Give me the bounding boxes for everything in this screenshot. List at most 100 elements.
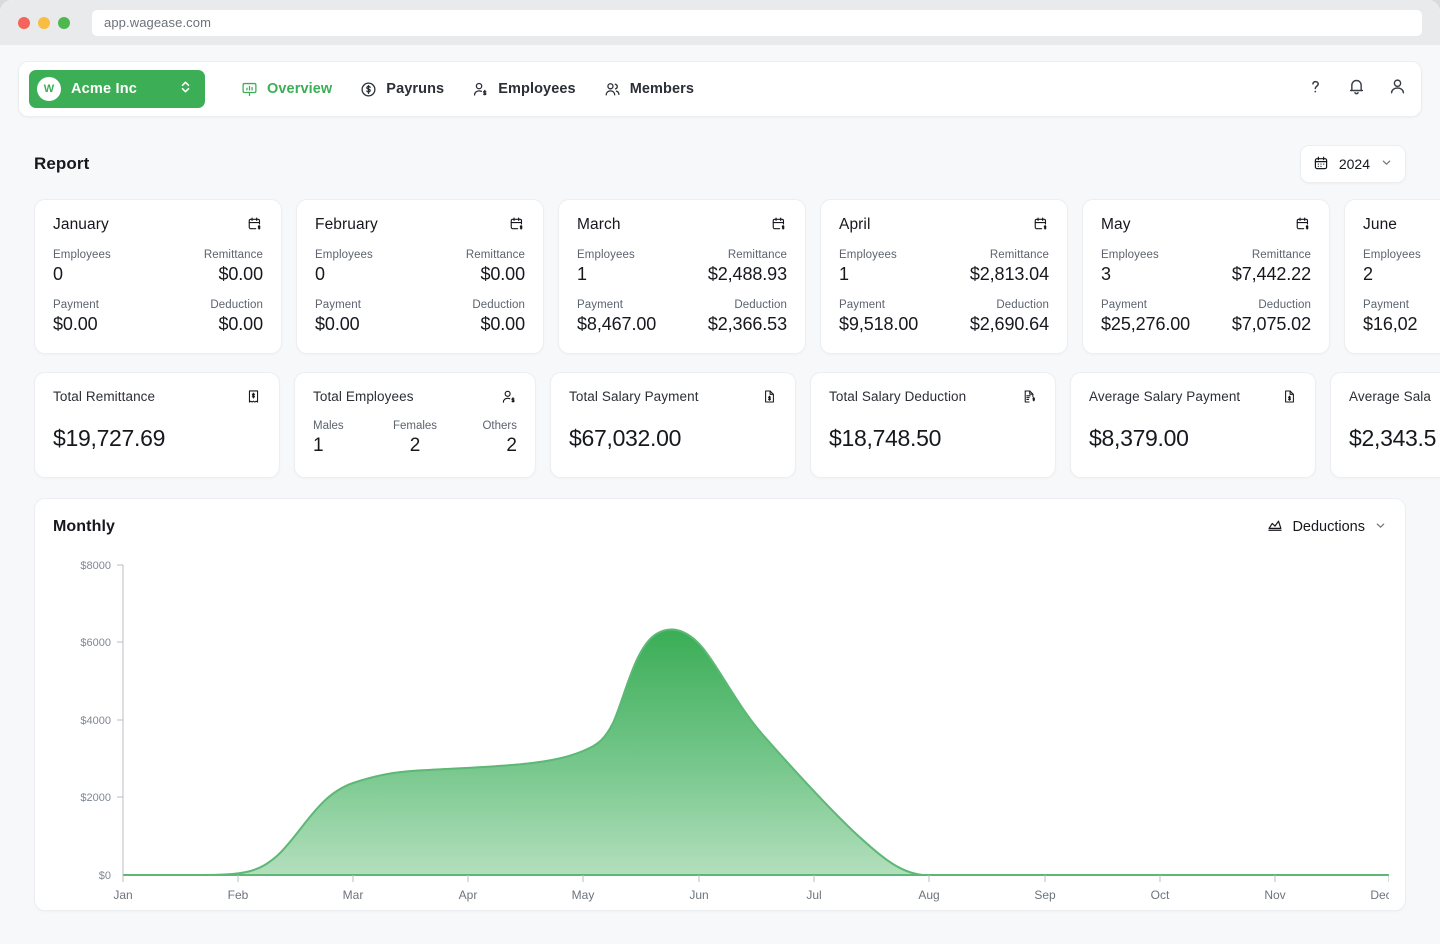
browser-window: app.wagease.com W Acme Inc Overview Payr… xyxy=(0,0,1440,944)
summary-card-average-salary-payment[interactable]: Average Salary Payment $8,379.00 xyxy=(1070,372,1316,478)
payment-label: Payment xyxy=(1101,299,1148,311)
summary-value: $19,727.69 xyxy=(53,425,166,451)
file-lines-dollar-icon xyxy=(1022,389,1037,409)
summary-title: Total Salary Payment xyxy=(569,389,699,404)
remittance-label: Remittance xyxy=(727,249,787,261)
summary-card-total-salary-deduction[interactable]: Total Salary Deduction $18,748.50 xyxy=(810,372,1056,478)
chart-metric-selector[interactable]: Deductions xyxy=(1267,517,1387,537)
nav-item-employees[interactable]: Employees xyxy=(472,81,576,98)
users-icon xyxy=(604,81,621,98)
employees-label: Employees xyxy=(315,249,373,261)
presentation-chart-icon xyxy=(241,81,258,98)
calendar-dollar-icon xyxy=(509,216,525,237)
payment-label: Payment xyxy=(577,299,624,311)
question-mark-icon xyxy=(1306,77,1325,101)
calendar-dollar-icon xyxy=(247,216,263,237)
payment-label: Payment xyxy=(1363,299,1410,311)
chart-header: Monthly Deductions xyxy=(53,517,1387,537)
summary-title: Total Salary Deduction xyxy=(829,389,967,404)
payment-value: $8,467.00 xyxy=(577,314,657,334)
area-chart-icon xyxy=(1267,517,1283,537)
close-window-button[interactable] xyxy=(18,16,30,29)
payment-value: $16,02 xyxy=(1363,314,1418,334)
deduction-label: Deduction xyxy=(996,299,1049,311)
nav-item-overview[interactable]: Overview xyxy=(241,81,332,98)
employees-value: 1 xyxy=(839,264,849,284)
females-label: Females xyxy=(392,420,438,432)
deduction-value: $0.00 xyxy=(480,314,525,334)
month-name: March xyxy=(577,216,621,233)
report-header: Report 2024 xyxy=(34,145,1406,183)
employees-label: Employees xyxy=(53,249,111,261)
summary-cards-strip[interactable]: Total Remittance $19,727.69 Total Employ… xyxy=(34,372,1440,478)
month-card[interactable]: June Employees 2 Payment $16,02 xyxy=(1344,199,1440,354)
user-dollar-icon xyxy=(472,81,489,98)
month-card[interactable]: May Employees 3 Remittance $7,442.22 Pay… xyxy=(1082,199,1330,354)
nav-label-members: Members xyxy=(629,81,695,97)
bell-icon xyxy=(1347,77,1366,101)
males-value: 1 xyxy=(313,435,324,456)
coin-dollar-icon xyxy=(360,81,377,98)
deduction-value: $0.00 xyxy=(218,314,263,334)
summary-card-total-remittance[interactable]: Total Remittance $19,727.69 xyxy=(34,372,280,478)
org-name: Acme Inc xyxy=(71,81,138,97)
month-card[interactable]: February Employees 0 Remittance $0.00 Pa… xyxy=(296,199,544,354)
minimize-window-button[interactable] xyxy=(38,16,50,29)
x-tick-label: Nov xyxy=(1264,888,1285,902)
remittance-value: $2,488.93 xyxy=(707,264,787,284)
org-switcher[interactable]: W Acme Inc xyxy=(29,70,205,108)
employees-value: 2 xyxy=(1363,264,1373,284)
employees-label: Employees xyxy=(1363,249,1421,261)
url-bar[interactable]: app.wagease.com xyxy=(92,9,1422,36)
x-tick-label: Apr xyxy=(459,888,478,902)
page-viewport: W Acme Inc Overview Payruns Employees Me… xyxy=(0,45,1440,944)
month-card[interactable]: March Employees 1 Remittance $2,488.93 P… xyxy=(558,199,806,354)
summary-card-total-salary-payment[interactable]: Total Salary Payment $67,032.00 xyxy=(550,372,796,478)
x-tick-label: May xyxy=(572,888,595,902)
chart-title: Monthly xyxy=(53,518,116,535)
remittance-label: Remittance xyxy=(203,249,263,261)
window-controls xyxy=(18,16,70,29)
year-selector[interactable]: 2024 xyxy=(1299,145,1406,183)
remittance-value: $0.00 xyxy=(218,264,263,284)
month-name: June xyxy=(1363,216,1398,233)
x-tick-label: Jun xyxy=(689,888,708,902)
summary-title: Average Salary Payment xyxy=(1089,389,1241,404)
month-card[interactable]: January Employees 0 Remittance $0.00 Pay… xyxy=(34,199,282,354)
x-tick-label: Dec xyxy=(1370,888,1389,902)
deduction-value: $2,690.64 xyxy=(969,314,1049,334)
x-axis: Jan Feb Mar Apr May Jun Jul Aug Sep Oct … xyxy=(113,874,1389,902)
chevron-down-icon xyxy=(1374,519,1387,536)
x-tick-label: Jan xyxy=(113,888,132,902)
monthly-chart-panel: Monthly Deductions $8000 $6000 $4000 $20… xyxy=(34,498,1406,911)
year-value: 2024 xyxy=(1338,156,1370,172)
nav-item-payruns[interactable]: Payruns xyxy=(360,81,444,98)
males-label: Males xyxy=(313,420,344,432)
summary-card-total-employees[interactable]: Total Employees Males 1 Females 2 Others… xyxy=(294,372,536,478)
chart-canvas: $8000 $6000 $4000 $2000 $0 Jan Feb Mar A… xyxy=(53,555,1389,907)
summary-value: $18,748.50 xyxy=(829,425,942,451)
maximize-window-button[interactable] xyxy=(58,16,70,29)
month-name: February xyxy=(315,216,378,233)
notifications-button[interactable] xyxy=(1347,77,1366,101)
summary-value: $67,032.00 xyxy=(569,425,682,451)
nav-label-overview: Overview xyxy=(267,81,333,97)
employees-value: 1 xyxy=(577,264,587,284)
main-nav: Overview Payruns Employees Members xyxy=(241,81,694,98)
receipt-dollar-icon xyxy=(246,389,261,409)
deduction-label: Deduction xyxy=(210,299,263,311)
calendar-dollar-icon xyxy=(1033,216,1049,237)
month-card[interactable]: April Employees 1 Remittance $2,813.04 P… xyxy=(820,199,1068,354)
payment-value: $25,276.00 xyxy=(1101,314,1191,334)
payment-label: Payment xyxy=(315,299,362,311)
month-name: May xyxy=(1101,216,1131,233)
month-cards-strip[interactable]: January Employees 0 Remittance $0.00 Pay… xyxy=(34,199,1440,354)
payment-label: Payment xyxy=(53,299,100,311)
payment-value: $0.00 xyxy=(53,314,98,334)
account-button[interactable] xyxy=(1388,77,1407,101)
summary-card-average-salary-deduction[interactable]: Average Sala $2,343.5 xyxy=(1330,372,1440,478)
y-tick-label: $0 xyxy=(99,870,111,882)
help-button[interactable] xyxy=(1306,77,1325,101)
calendar-dollar-icon xyxy=(1295,216,1311,237)
nav-item-members[interactable]: Members xyxy=(604,81,694,98)
